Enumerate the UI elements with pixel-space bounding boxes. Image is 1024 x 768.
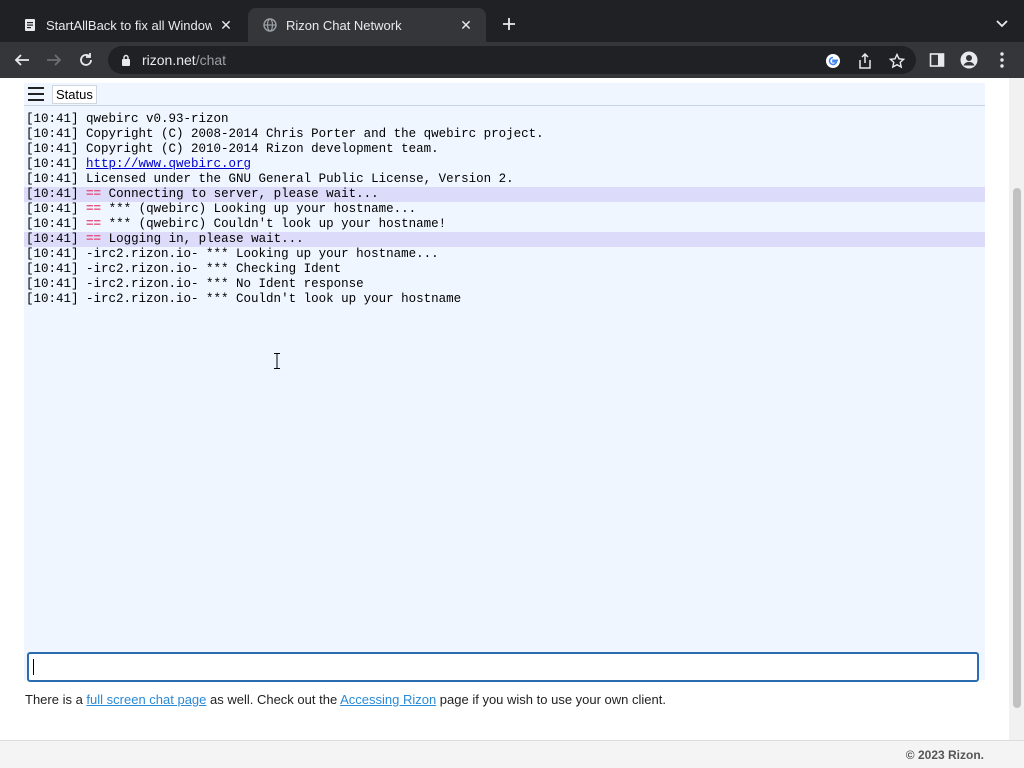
server-marker: == — [86, 187, 102, 201]
chevron-down-icon[interactable] — [994, 16, 1010, 32]
timestamp: [10:41] — [26, 172, 79, 186]
message-text: -irc2.rizon.io- *** Checking Ident — [86, 262, 342, 276]
message-text: Connecting to server, please wait... — [108, 187, 379, 201]
footnote-text: There is a — [25, 692, 87, 707]
close-tab-icon[interactable]: ✕ — [218, 17, 234, 33]
tab-startallback[interactable]: StartAllBack to fix all Windows ✕ — [8, 8, 246, 42]
message-text: Copyright (C) 2010-2014 Rizon developmen… — [86, 142, 439, 156]
tab-title: Rizon Chat Network — [286, 17, 402, 33]
accessing-rizon-link[interactable]: Accessing Rizon — [340, 692, 436, 707]
footnote-text: page if you wish to use your own client. — [436, 692, 666, 707]
page-content: Status [10:41] qwebirc v0.93-rizon [10:41… — [0, 78, 1024, 768]
timestamp: [10:41] — [26, 217, 79, 231]
new-tab-plus-icon[interactable] — [499, 14, 519, 34]
url-path: /chat — [195, 52, 227, 68]
chat-line: [10:41] -irc2.rizon.io- *** Looking up y… — [24, 247, 985, 262]
chat-input-box[interactable] — [27, 652, 979, 682]
message-text: -irc2.rizon.io- *** Couldn't look up you… — [86, 292, 462, 306]
message-text: -irc2.rizon.io- *** Looking up your host… — [86, 247, 439, 261]
hamburger-menu-icon[interactable] — [28, 87, 44, 101]
timestamp: [10:41] — [26, 232, 79, 246]
copyright-text: © 2023 Rizon. — [905, 748, 984, 762]
timestamp: [10:41] — [26, 127, 79, 141]
timestamp: [10:41] — [26, 262, 79, 276]
scrollbar-thumb[interactable] — [1013, 188, 1021, 708]
tab-title: StartAllBack to fix all Windows — [46, 17, 212, 33]
text-caret — [33, 659, 34, 675]
chat-tab-bar: Status — [24, 83, 985, 106]
timestamp: [10:41] — [26, 277, 79, 291]
chat-window: Status [10:41] qwebirc v0.93-rizon [10:41… — [24, 83, 985, 680]
page-footer: © 2023 Rizon. — [0, 740, 1024, 768]
share-icon[interactable] — [856, 52, 874, 70]
chat-line: [10:41] == *** (qwebirc) Couldn't look u… — [24, 217, 985, 232]
tab-status[interactable]: Status — [52, 84, 97, 104]
chat-line: [10:41] http://www.qwebirc.org — [24, 157, 985, 172]
chat-line: [10:41] == *** (qwebirc) Looking up your… — [24, 202, 985, 217]
page-scrollbar[interactable] — [1009, 78, 1024, 740]
footnote-text: as well. Check out the — [206, 692, 341, 707]
text-cursor-icon — [274, 353, 280, 369]
timestamp: [10:41] — [26, 202, 79, 216]
timestamp: [10:41] — [26, 247, 79, 261]
message-text: Licensed under the GNU General Public Li… — [86, 172, 514, 186]
chat-line: [10:41] == Connecting to server, please … — [24, 187, 985, 202]
forward-arrow-icon[interactable] — [44, 50, 64, 70]
chat-line: [10:41] Copyright (C) 2008-2014 Chris Po… — [24, 127, 985, 142]
url-text: rizon.net/chat — [142, 52, 226, 68]
qwebirc-link[interactable]: http://www.qwebirc.org — [86, 157, 251, 171]
bookmark-star-icon[interactable] — [888, 52, 906, 70]
timestamp: [10:41] — [26, 292, 79, 306]
reload-icon[interactable] — [76, 50, 96, 70]
chat-line: [10:41] Copyright (C) 2010-2014 Rizon de… — [24, 142, 985, 157]
timestamp: [10:41] — [26, 187, 79, 201]
kebab-menu-icon[interactable] — [993, 51, 1011, 69]
full-screen-chat-link[interactable]: full screen chat page — [86, 692, 206, 707]
chat-line: [10:41] == Logging in, please wait... — [24, 232, 985, 247]
back-arrow-icon[interactable] — [12, 50, 32, 70]
lock-icon — [120, 53, 132, 67]
profile-avatar-icon[interactable] — [960, 51, 978, 69]
chat-line: [10:41] -irc2.rizon.io- *** No Ident res… — [24, 277, 985, 292]
chat-log: [10:41] qwebirc v0.93-rizon [10:41] Copyr… — [24, 112, 985, 307]
globe-icon — [262, 17, 278, 33]
timestamp: [10:41] — [26, 157, 79, 171]
url-host: rizon.net — [142, 52, 196, 68]
message-text: Logging in, please wait... — [108, 232, 304, 246]
side-panel-icon[interactable] — [928, 51, 946, 69]
chat-input[interactable] — [29, 654, 977, 680]
message-text: *** (qwebirc) Couldn't look up your host… — [108, 217, 447, 231]
google-icon[interactable] — [824, 52, 842, 70]
message-text: *** (qwebirc) Looking up your hostname..… — [108, 202, 417, 216]
chat-line: [10:41] qwebirc v0.93-rizon — [24, 112, 985, 127]
tab-rizon-chat[interactable]: Rizon Chat Network ✕ — [248, 8, 486, 42]
server-marker: == — [86, 217, 102, 231]
browser-tab-strip: StartAllBack to fix all Windows ✕ Rizon … — [0, 0, 1024, 42]
server-marker: == — [86, 202, 102, 216]
browser-toolbar: rizon.net/chat — [0, 42, 1024, 78]
chat-line: [10:41] Licensed under the GNU General P… — [24, 172, 985, 187]
close-tab-icon[interactable]: ✕ — [458, 17, 474, 33]
footnote: There is a full screen chat page as well… — [25, 692, 666, 707]
message-text: -irc2.rizon.io- *** No Ident response — [86, 277, 364, 291]
chat-line: [10:41] -irc2.rizon.io- *** Couldn't loo… — [24, 292, 985, 307]
address-bar[interactable]: rizon.net/chat — [108, 46, 916, 74]
server-marker: == — [86, 232, 102, 246]
timestamp: [10:41] — [26, 142, 79, 156]
chat-line: [10:41] -irc2.rizon.io- *** Checking Ide… — [24, 262, 985, 277]
timestamp: [10:41] — [26, 112, 79, 126]
message-text: Copyright (C) 2008-2014 Chris Porter and… — [86, 127, 544, 141]
document-icon — [22, 17, 38, 33]
message-text: qwebirc v0.93-rizon — [86, 112, 229, 126]
